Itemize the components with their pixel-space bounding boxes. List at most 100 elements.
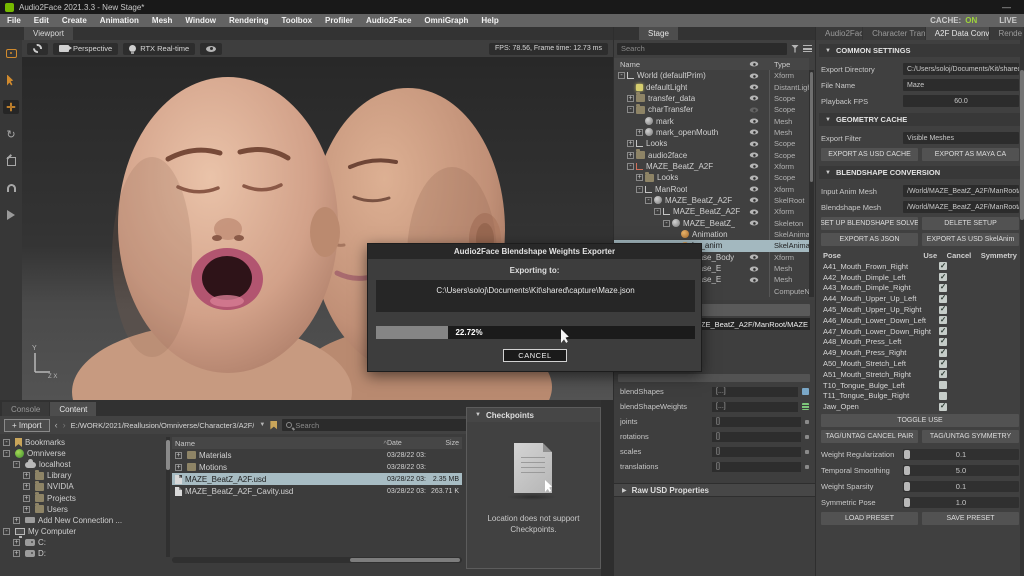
expander-icon[interactable]: -: [3, 439, 10, 446]
stage-col-visibility-icon[interactable]: [750, 61, 759, 66]
tree-item[interactable]: +NVIDIA: [0, 481, 166, 492]
pose-row[interactable]: A43_Mouth_Dimple_Right: [816, 283, 1024, 294]
slider-handle[interactable]: [904, 498, 910, 507]
property-value-field[interactable]: []: [712, 447, 801, 457]
pose-row[interactable]: A48_Mouth_Press_Left: [816, 337, 1024, 348]
scale-tool[interactable]: [3, 154, 19, 168]
expander-icon[interactable]: -: [3, 528, 10, 535]
tree-scrollbar-thumb[interactable]: [166, 440, 170, 470]
property-value-field[interactable]: [...]: [712, 402, 798, 412]
breadcrumb-dropdown-icon[interactable]: ▼: [259, 422, 265, 428]
minimize-button[interactable]: —: [1002, 2, 1019, 12]
property-value-field[interactable]: [...]: [712, 387, 798, 397]
stage-search-input[interactable]: Search: [617, 43, 787, 55]
use-checkbox[interactable]: [939, 262, 947, 270]
pose-row[interactable]: A49_Mouth_Press_Right: [816, 347, 1024, 358]
stage-row[interactable]: +mark_openMouthMesh: [614, 127, 809, 138]
stage-row[interactable]: +transfer_dataScope: [614, 93, 809, 104]
tree-item[interactable]: +D:: [0, 548, 166, 557]
use-checkbox[interactable]: [939, 403, 947, 411]
tab-rende[interactable]: Rende: [990, 27, 1024, 40]
tree-item[interactable]: +C:: [0, 537, 166, 548]
expander-icon[interactable]: -: [663, 220, 670, 227]
visibility-eye-icon[interactable]: [750, 198, 759, 203]
menu-item-omnigraph[interactable]: OmniGraph: [424, 16, 468, 25]
expander-icon[interactable]: -: [645, 197, 652, 204]
menu-item-file[interactable]: File: [7, 16, 21, 25]
stage-row[interactable]: +defaultLightDistantLight: [614, 81, 809, 92]
snap-tool[interactable]: [3, 181, 19, 195]
visibility-eye-icon[interactable]: [750, 255, 759, 260]
pose-row[interactable]: A44_Mouth_Upper_Up_Left: [816, 293, 1024, 304]
stage-scrollbar-thumb[interactable]: [810, 72, 813, 182]
stage-col-type[interactable]: Type: [774, 60, 790, 69]
export-as-json-button[interactable]: EXPORT AS JSON: [821, 233, 918, 246]
stage-row[interactable]: +LooksScope: [614, 138, 809, 149]
expander-icon[interactable]: +: [636, 174, 643, 181]
tab-content[interactable]: Content: [50, 402, 96, 416]
menu-item-audio2face[interactable]: Audio2Face: [366, 16, 411, 25]
file-row[interactable]: MAZE_BeatZ_A2F.usd03/28/22 03:2.35 MB: [172, 473, 462, 485]
visibility-eye-icon[interactable]: [750, 209, 759, 214]
expander-icon[interactable]: -: [636, 186, 643, 193]
menu-item-edit[interactable]: Edit: [34, 16, 49, 25]
use-checkbox[interactable]: [939, 392, 947, 400]
stage-row[interactable]: -MAZE_BeatZ_A2FXform: [614, 206, 809, 217]
raw-usd-properties-section[interactable]: ▶ Raw USD Properties: [614, 483, 815, 497]
options-menu-icon[interactable]: [803, 45, 812, 52]
expander-icon[interactable]: +: [175, 452, 182, 459]
tab-audio2face[interactable]: Audio2Face: [816, 27, 862, 40]
pose-row[interactable]: A47_Mouth_Lower_Down_Right: [816, 326, 1024, 337]
stage-row[interactable]: +audio2faceScope: [614, 149, 809, 160]
geometry-cache-header[interactable]: ▼GEOMETRY CACHE: [819, 113, 1021, 126]
tab-a2f-data-conver-[interactable]: A2F Data Conver...: [926, 27, 989, 40]
expander-icon[interactable]: -: [627, 163, 634, 170]
pose-row[interactable]: T11_Tongue_Bulge_Right: [816, 391, 1024, 402]
visibility-eye-icon[interactable]: [750, 153, 759, 158]
move-tool[interactable]: ✛: [3, 100, 19, 114]
menu-item-rendering[interactable]: Rendering: [229, 16, 269, 25]
expander-icon[interactable]: +: [13, 517, 20, 524]
import-button[interactable]: + Import: [4, 419, 50, 432]
menu-item-window[interactable]: Window: [185, 16, 216, 25]
stage-row[interactable]: -ManRootXform: [614, 183, 809, 194]
blendshape-conversion-header[interactable]: ▼BLENDSHAPE CONVERSION: [819, 166, 1021, 179]
file-row[interactable]: MAZE_BeatZ_A2F_Cavity.usd03/28/22 03:263…: [172, 485, 462, 497]
pose-row[interactable]: T10_Tongue_Bulge_Left: [816, 380, 1024, 391]
stage-row[interactable]: +markMesh: [614, 115, 809, 126]
file-list-hscrollbar[interactable]: [172, 557, 462, 563]
pose-row[interactable]: A45_Mouth_Upper_Up_Right: [816, 304, 1024, 315]
expander-icon[interactable]: +: [627, 152, 634, 159]
expander-icon[interactable]: +: [627, 140, 634, 147]
common-settings-header[interactable]: ▼COMMON SETTINGS: [819, 44, 1021, 57]
expander-icon[interactable]: -: [3, 450, 10, 457]
menu-item-help[interactable]: Help: [481, 16, 498, 25]
use-checkbox[interactable]: [939, 295, 947, 303]
visibility-eye-icon[interactable]: [750, 84, 759, 89]
visibility-eye-icon[interactable]: [750, 266, 759, 271]
tab-character-transf-[interactable]: Character Transf...: [863, 27, 925, 40]
expander-icon[interactable]: -: [13, 461, 20, 468]
property-value-field[interactable]: []: [712, 417, 801, 427]
input-anim-mesh-field[interactable]: /World/MAZE_BeatZ_A2F/ManRoot/M: [903, 185, 1019, 197]
viewport-settings-button[interactable]: [27, 43, 48, 55]
use-checkbox[interactable]: [939, 273, 947, 281]
expander-icon[interactable]: -: [654, 208, 661, 215]
pose-row[interactable]: Jaw_Open: [816, 401, 1024, 412]
use-checkbox[interactable]: [939, 370, 947, 378]
expander-icon[interactable]: +: [23, 495, 30, 502]
filter-icon[interactable]: [791, 45, 799, 53]
breadcrumb[interactable]: E:/WORK/2021/Reallusion/Omniverse/Charac…: [71, 421, 255, 430]
tab-viewport[interactable]: Viewport: [24, 27, 73, 40]
pose-row[interactable]: A42_Mouth_Dimple_Left: [816, 272, 1024, 283]
stage-col-name[interactable]: Name: [620, 60, 640, 69]
expander-icon[interactable]: -: [627, 106, 634, 113]
file-name-field[interactable]: Maze: [903, 79, 1019, 91]
use-checkbox[interactable]: [939, 360, 947, 368]
use-checkbox[interactable]: [939, 327, 947, 335]
slider-track[interactable]: 5.0: [903, 465, 1019, 476]
use-checkbox[interactable]: [939, 349, 947, 357]
playback-fps-field[interactable]: 60.0: [903, 95, 1019, 107]
tree-item[interactable]: +Projects: [0, 492, 166, 503]
export-usd-cache-button[interactable]: EXPORT AS USD CACHE: [821, 148, 918, 161]
